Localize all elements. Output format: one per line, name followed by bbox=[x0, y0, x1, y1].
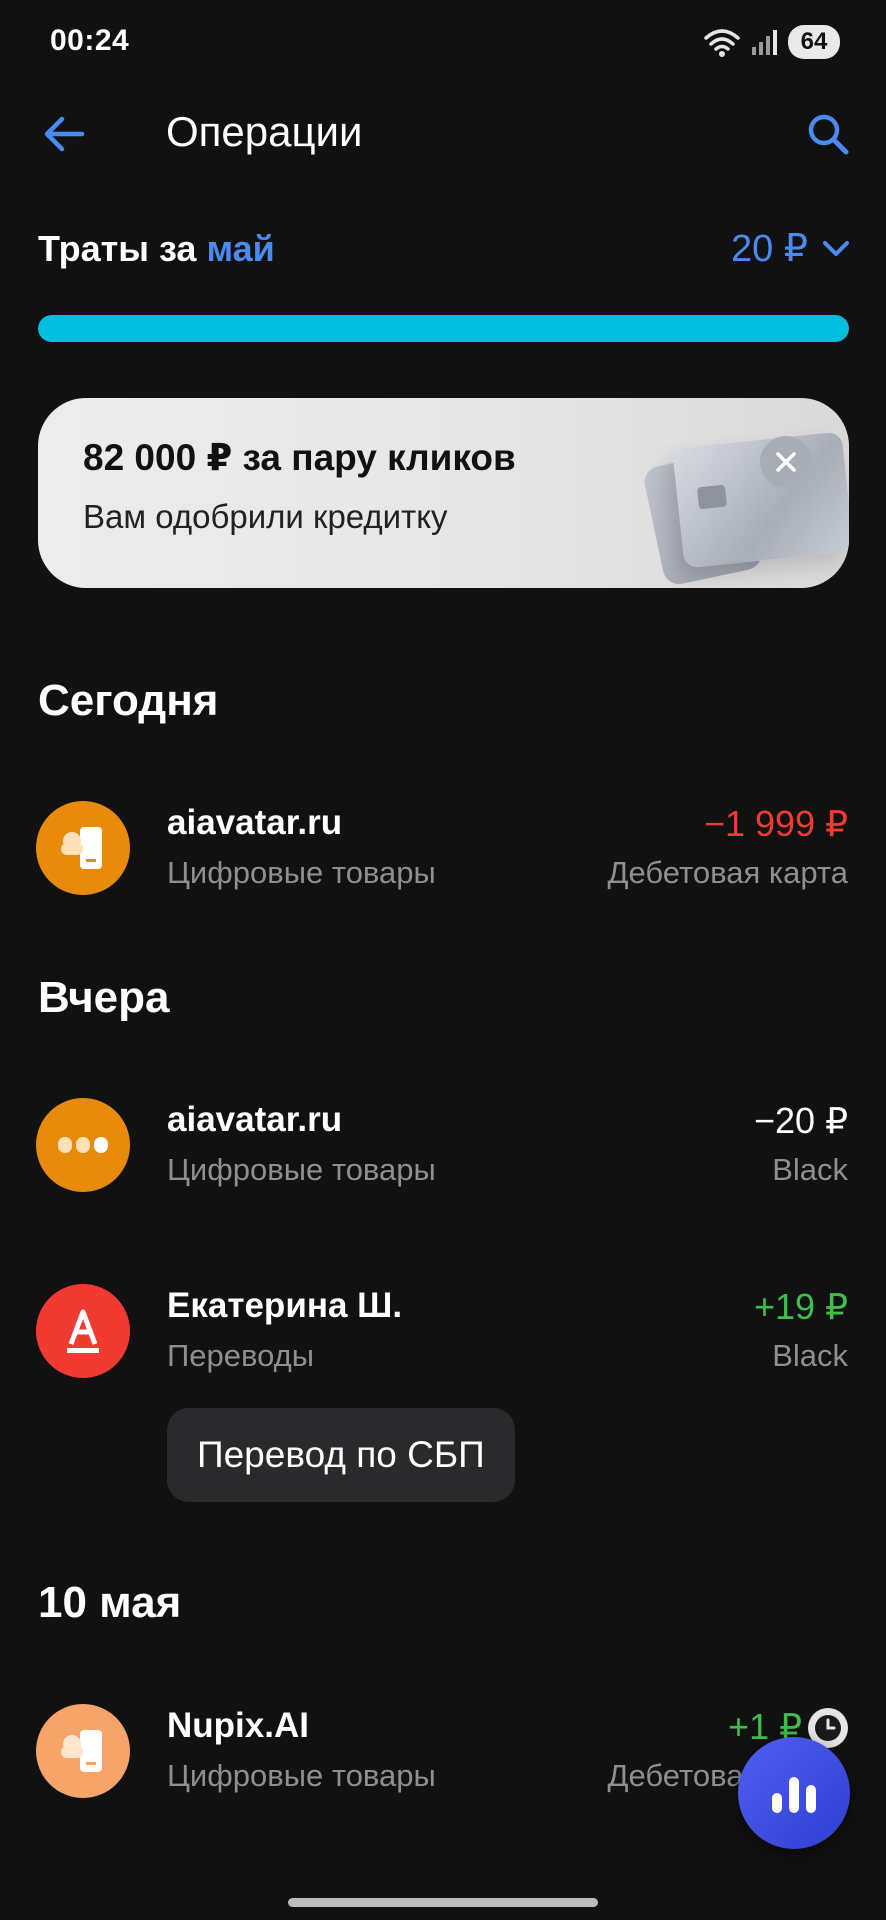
merchant-avatar bbox=[36, 801, 130, 895]
operation-category: Цифровые товары bbox=[167, 1152, 436, 1187]
digital-goods-icon bbox=[61, 1730, 102, 1772]
operation-item[interactable]: Екатерина Ш. Переводы +19 ₽ Black bbox=[0, 1284, 886, 1394]
chevron-down-icon bbox=[823, 240, 849, 256]
sbp-transfer-chip[interactable]: Перевод по СБП bbox=[167, 1408, 515, 1502]
operation-item[interactable]: aiavatar.ru Цифровые товары −20 ₽ Black bbox=[0, 1098, 886, 1208]
dots-icon bbox=[58, 1137, 108, 1153]
operation-item[interactable]: aiavatar.ru Цифровые товары −1 999 ₽ Деб… bbox=[0, 801, 886, 911]
section-title-today: Сегодня bbox=[38, 676, 219, 725]
clock-icon bbox=[815, 1715, 841, 1741]
card-chip-icon bbox=[696, 484, 728, 510]
page-title: Операции bbox=[166, 108, 363, 155]
sender-avatar bbox=[36, 1284, 130, 1378]
status-icons: 64 bbox=[702, 24, 840, 60]
merchant-avatar bbox=[36, 1098, 130, 1192]
status-bar: 00:24 64 bbox=[0, 0, 886, 84]
spending-summary[interactable]: Траты за май 20 ₽ bbox=[38, 224, 850, 276]
operation-amount: −1 999 ₽ bbox=[703, 803, 848, 844]
spending-label: Траты за май bbox=[38, 228, 275, 270]
operation-amount: −20 ₽ bbox=[754, 1100, 848, 1141]
month-selector[interactable]: май bbox=[206, 228, 274, 269]
promo-title: 82 000 ₽ за пару кликов bbox=[83, 437, 516, 478]
section-title-yesterday: Вчера bbox=[38, 973, 170, 1022]
operation-title: Nupix.AI bbox=[167, 1706, 309, 1745]
spending-progress-fill bbox=[38, 315, 849, 342]
arrow-left-icon bbox=[44, 116, 85, 152]
spending-progress-bar bbox=[38, 315, 849, 342]
section-title-may-10: 10 мая bbox=[38, 1578, 182, 1627]
status-time: 00:24 bbox=[50, 24, 130, 57]
spending-amount-toggle[interactable]: 20 ₽ bbox=[731, 226, 850, 271]
spending-amount: 20 ₽ bbox=[730, 228, 808, 270]
back-button[interactable] bbox=[36, 106, 92, 162]
operation-title: aiavatar.ru bbox=[167, 1100, 343, 1139]
bar-chart-icon bbox=[772, 1777, 816, 1813]
operations-screen: 00:24 64 Операции Траты за май 20 ₽ 82 0… bbox=[0, 0, 886, 1920]
battery-indicator: 64 bbox=[788, 25, 840, 59]
operation-account: Black bbox=[772, 1152, 848, 1187]
promo-banner[interactable]: 82 000 ₽ за пару кликов Вам одобрили кре… bbox=[38, 398, 849, 588]
signal-icon bbox=[752, 30, 777, 55]
merchant-avatar bbox=[36, 1704, 130, 1798]
analytics-button[interactable] bbox=[738, 1737, 850, 1849]
operation-category: Переводы bbox=[167, 1338, 315, 1373]
header: Операции bbox=[0, 96, 886, 168]
operation-account: Дебетовая карта bbox=[607, 855, 849, 890]
home-indicator[interactable] bbox=[288, 1898, 598, 1907]
operation-title: aiavatar.ru bbox=[167, 803, 343, 842]
wifi-icon bbox=[704, 29, 740, 57]
operation-amount: +19 ₽ bbox=[754, 1286, 848, 1327]
operation-account: Black bbox=[772, 1338, 848, 1373]
operation-category: Цифровые товары bbox=[167, 1758, 436, 1793]
operation-category: Цифровые товары bbox=[167, 855, 436, 890]
search-button[interactable] bbox=[800, 106, 856, 162]
close-icon bbox=[776, 452, 796, 472]
operation-title: Екатерина Ш. bbox=[167, 1286, 403, 1325]
spending-label-text: Траты за bbox=[38, 228, 197, 269]
promo-close-button[interactable] bbox=[760, 436, 812, 488]
search-icon bbox=[808, 114, 849, 155]
digital-goods-icon bbox=[61, 827, 102, 869]
promo-subtitle: Вам одобрили кредитку bbox=[83, 498, 448, 535]
alfa-logo-icon bbox=[67, 1309, 99, 1353]
